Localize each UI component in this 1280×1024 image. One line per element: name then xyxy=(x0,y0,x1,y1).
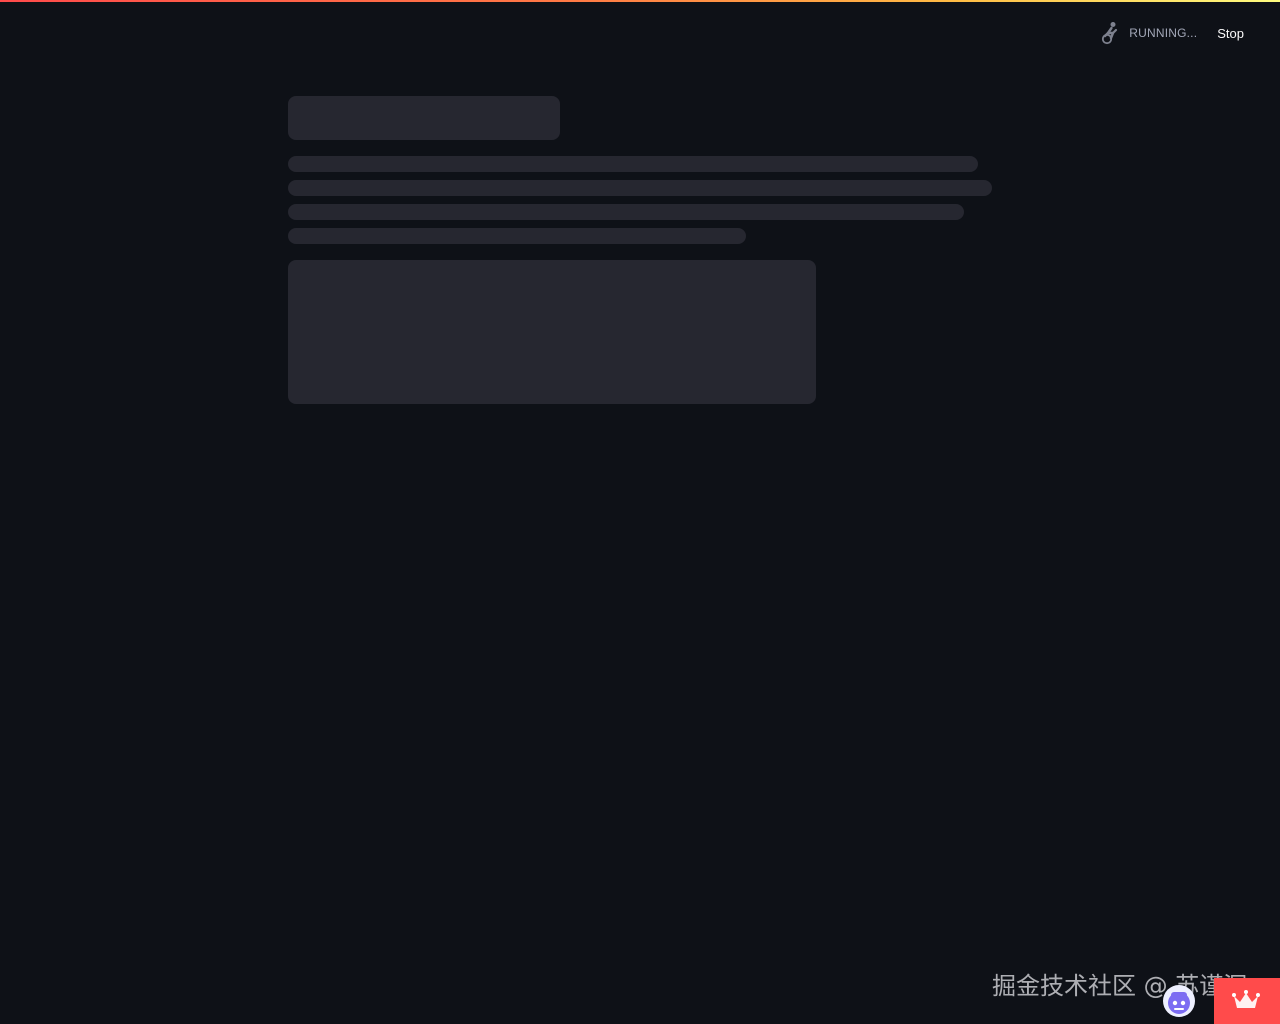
stop-button[interactable]: Stop xyxy=(1217,24,1244,43)
skeleton-text-line xyxy=(288,156,978,172)
corner-badge[interactable] xyxy=(1214,978,1280,1024)
running-person-icon xyxy=(1099,21,1121,45)
bot-avatar-icon[interactable] xyxy=(1162,984,1196,1018)
running-status-label: RUNNING... xyxy=(1129,26,1198,40)
skeleton-text-line xyxy=(288,228,746,244)
skeleton-title-placeholder xyxy=(288,96,560,140)
status-widget: RUNNING... Stop xyxy=(1099,20,1244,46)
skeleton-text-line xyxy=(288,180,992,196)
watermark-text: 掘金技术社区 @ 苏谨深 xyxy=(992,972,1248,1000)
skeleton-block-placeholder xyxy=(288,260,816,404)
skeleton-text-line xyxy=(288,204,964,220)
crown-icon xyxy=(1232,990,1260,1010)
decoration-top-progress-bar xyxy=(0,0,1280,2)
